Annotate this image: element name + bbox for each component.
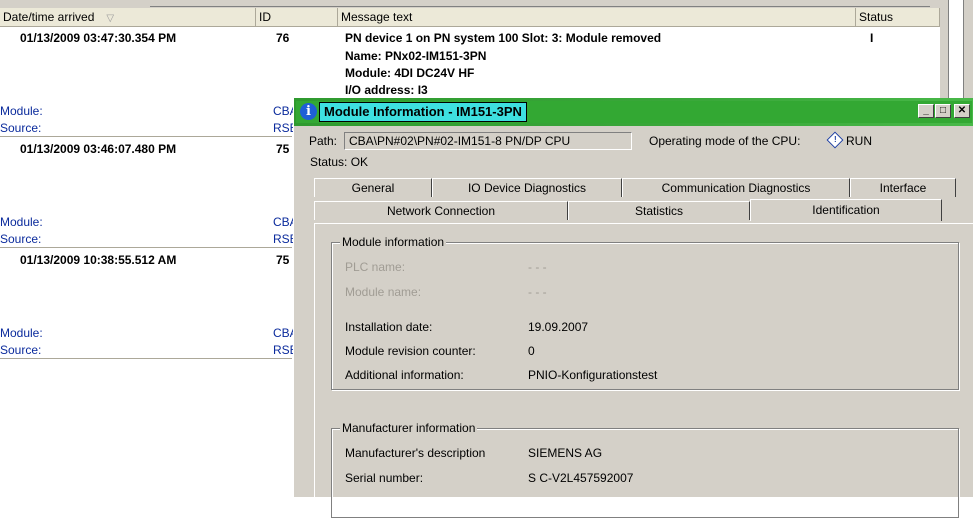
plc-name-label: PLC name: [345, 260, 406, 274]
additional-info-value: PNIO-Konfigurationstest [528, 368, 658, 382]
operating-mode-label: Operating mode of the CPU: [649, 134, 801, 148]
source-label: Source: [0, 232, 42, 246]
module-label: Module: [0, 104, 43, 118]
module-revision-value: 0 [528, 344, 535, 358]
status-text: Status: OK [310, 155, 369, 169]
module-label: Module: [0, 215, 43, 229]
info-icon: i [300, 103, 317, 120]
row-message-line: I/O address: I3 [345, 83, 428, 97]
installation-date-label: Installation date: [345, 320, 433, 334]
row-divider [0, 247, 292, 248]
group-title: Module information [340, 235, 447, 249]
col-header-message[interactable]: Message text [338, 8, 856, 26]
row-message-line: Module: 4DI DC24V HF [345, 66, 475, 80]
list-header: Date/time arrived ▽ ID Message text Statu… [0, 8, 940, 27]
tab-identification[interactable]: Identification [750, 199, 942, 221]
tab-general[interactable]: General [314, 178, 432, 197]
module-revision-label: Module revision counter: [345, 344, 476, 358]
module-information-dialog: i Module Information - IM151-3PN _ □ ✕ P… [293, 98, 973, 518]
group-title: Manufacturer information [340, 421, 478, 435]
dialog-title: Module Information - IM151-3PN [319, 102, 527, 122]
tab-io-device-diagnostics[interactable]: IO Device Diagnostics [432, 178, 622, 197]
row-message-line: PN device 1 on PN system 100 Slot: 3: Mo… [345, 31, 662, 45]
row-datetime: 01/13/2009 03:47:30.354 PM [20, 31, 177, 45]
row-divider [0, 136, 292, 137]
path-label: Path: [309, 134, 338, 148]
row-id: 75 [276, 142, 290, 156]
toolbar-strip [0, 0, 973, 8]
row-divider [0, 358, 292, 359]
module-name-label: Module name: [345, 285, 422, 299]
plc-name-value: - - - [528, 260, 547, 274]
installation-date-value: 19.09.2007 [528, 320, 589, 334]
manufacturer-desc-label: Manufacturer's description [345, 446, 486, 460]
module-information-group: Module information PLC name: - - - Modul… [331, 235, 959, 390]
maximize-button[interactable]: □ [935, 104, 951, 118]
col-header-id[interactable]: ID [256, 8, 338, 26]
tab-network-connection[interactable]: Network Connection [314, 201, 568, 220]
module-label: Module: [0, 326, 43, 340]
serial-number-label: Serial number: [345, 471, 424, 485]
source-label: Source: [0, 343, 42, 357]
row-id: 75 [276, 253, 290, 267]
minimize-button[interactable]: _ [918, 104, 934, 118]
close-button[interactable]: ✕ [954, 104, 970, 118]
col-header-status[interactable]: Status [856, 8, 940, 26]
manufacturer-desc-value: SIEMENS AG [528, 446, 603, 460]
row-status: I [870, 31, 874, 45]
serial-number-value: S C-V2L457592007 [528, 471, 634, 485]
col-header-datetime[interactable]: Date/time arrived ▽ [0, 8, 256, 26]
tab-statistics[interactable]: Statistics [568, 201, 750, 220]
row-message-line: Name: PNx02-IM151-3PN [345, 49, 487, 63]
source-label: Source: [0, 121, 42, 135]
sort-arrow-icon: ▽ [106, 13, 115, 24]
tab-interface[interactable]: Interface [850, 178, 956, 197]
row-datetime: 01/13/2009 03:46:07.480 PM [20, 142, 177, 156]
row-datetime: 01/13/2009 10:38:55.512 AM [20, 253, 177, 267]
row-id: 76 [276, 31, 290, 45]
dialog-titlebar[interactable]: i Module Information - IM151-3PN _ □ ✕ [294, 98, 973, 126]
run-state-icon: ! [826, 131, 844, 149]
manufacturer-information-group: Manufacturer information Manufacturer's … [331, 421, 959, 518]
identification-panel: Module information PLC name: - - - Modul… [314, 223, 973, 518]
path-field[interactable]: CBA\PN#02\PN#02-IM151-8 PN/DP CPU [344, 132, 632, 150]
tab-communication-diagnostics[interactable]: Communication Diagnostics [622, 178, 850, 197]
operating-mode-value: RUN [846, 134, 872, 148]
module-name-value: - - - [528, 285, 547, 299]
additional-info-label: Additional information: [345, 368, 464, 382]
